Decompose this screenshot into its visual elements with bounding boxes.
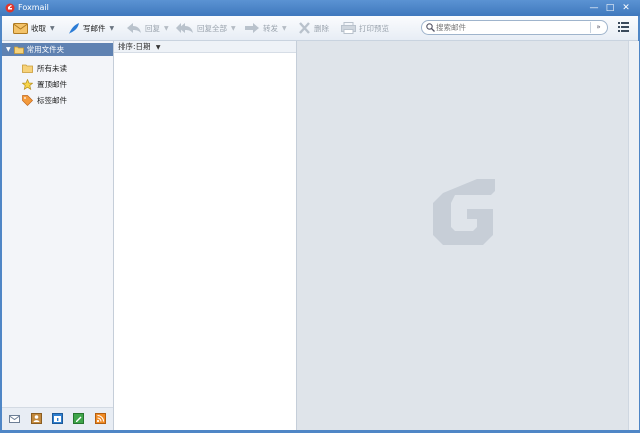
sidebar-item-label: 置顶邮件 (37, 80, 67, 89)
reply-dropdown-icon[interactable]: ▼ (164, 25, 169, 32)
common-folders-header[interactable]: ▼ 常用文件夹 (2, 43, 113, 56)
reading-pane (297, 41, 628, 430)
search-icon (426, 23, 435, 32)
minimize-button[interactable]: — (588, 2, 600, 14)
feather-pen-icon (69, 22, 79, 34)
reply-all-button[interactable]: 回复全部 ▼ (176, 20, 236, 36)
forward-arrow-icon (245, 23, 259, 33)
forward-dropdown-icon[interactable]: ▼ (282, 25, 287, 32)
sort-label: 排序:日期 (118, 42, 151, 51)
message-list-panel: 排序:日期 ▼ (114, 41, 297, 430)
search-box[interactable]: » (421, 20, 608, 35)
mail-icon[interactable] (9, 413, 20, 424)
sidebar-item-pinned[interactable]: 置顶邮件 (22, 78, 67, 91)
receive-dropdown-icon[interactable]: ▼ (50, 25, 55, 32)
envelope-icon (13, 23, 28, 34)
sidebar-item-label: 所有未读 (37, 64, 67, 73)
search-options-button[interactable]: » (590, 22, 606, 33)
delete-button[interactable]: 删除 (298, 20, 329, 36)
rss-icon[interactable] (95, 413, 106, 424)
close-button[interactable]: ✕ (620, 2, 632, 14)
forward-button[interactable]: 转发 ▼ (244, 20, 287, 36)
right-edge-panel (628, 41, 639, 430)
forward-label: 转发 (263, 23, 278, 33)
compose-dropdown-icon[interactable]: ▼ (110, 25, 115, 32)
receive-button[interactable]: 收取 ▼ (13, 20, 55, 36)
print-preview-label: 打印预览 (359, 23, 389, 33)
sidebar-bottom-bar (2, 407, 113, 430)
common-folders-label: 常用文件夹 (26, 45, 65, 54)
maximize-button[interactable]: □ (604, 2, 616, 14)
receive-label: 收取 (31, 23, 46, 33)
title-bar: Foxmail — □ ✕ (0, 0, 640, 16)
folder-sidebar: ▼ 常用文件夹 所有未读 置顶邮件 标签邮件 (2, 41, 114, 430)
star-icon (22, 79, 33, 90)
delete-label: 删除 (314, 23, 329, 33)
window-title: Foxmail (18, 3, 49, 12)
folder-icon (13, 46, 24, 54)
compose-label: 写邮件 (83, 23, 106, 33)
printer-icon (341, 22, 356, 34)
tag-icon (22, 95, 33, 106)
notes-icon[interactable] (73, 413, 84, 424)
calendar-icon[interactable] (52, 413, 63, 424)
reply-all-label: 回复全部 (197, 23, 227, 33)
expand-triangle-icon[interactable]: ▼ (6, 46, 11, 53)
contacts-icon[interactable] (31, 413, 42, 424)
sidebar-item-label: 标签邮件 (37, 96, 67, 105)
print-preview-button[interactable]: 打印预览 (341, 20, 389, 36)
sidebar-item-tagged[interactable]: 标签邮件 (22, 94, 67, 107)
hamburger-menu-icon[interactable] (618, 22, 629, 32)
reply-button[interactable]: 回复 ▼ (126, 20, 169, 36)
chevron-down-icon[interactable]: ▼ (156, 44, 161, 51)
folder-icon (22, 64, 33, 73)
delete-x-icon (299, 22, 310, 34)
reply-all-arrow-icon (176, 23, 193, 33)
sidebar-item-all-unread[interactable]: 所有未读 (22, 62, 67, 75)
toolbar: 收取 ▼ 写邮件 ▼ 回复 ▼ 回复全部 ▼ 转发 ▼ 删除 打印预览 搜索邮件… (2, 16, 638, 41)
compose-button[interactable]: 写邮件 ▼ (68, 20, 114, 36)
reply-arrow-icon (127, 23, 141, 33)
reply-all-dropdown-icon[interactable]: ▼ (231, 25, 236, 32)
search-input[interactable] (436, 22, 586, 33)
foxmail-logo-icon (5, 3, 15, 13)
foxmail-watermark-logo-icon (433, 179, 495, 245)
sort-dropdown[interactable]: 排序:日期 ▼ (114, 41, 296, 53)
reply-label: 回复 (145, 23, 160, 33)
foxmail-window: Foxmail — □ ✕ 收取 ▼ 写邮件 ▼ 回复 ▼ 回复全部 ▼ 转发 … (0, 0, 640, 433)
